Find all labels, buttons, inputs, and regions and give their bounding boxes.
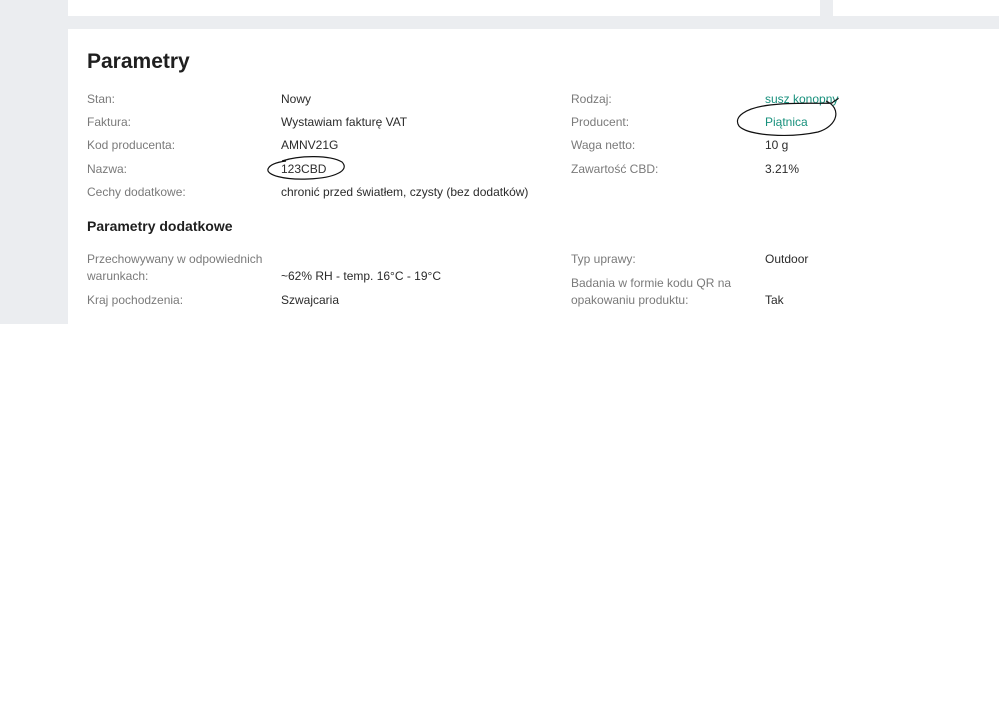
top-card-right: [833, 0, 999, 16]
param-label-kod-producenta: Kod producenta:: [87, 138, 176, 152]
extra-label-przechowywany-line2: warunkach:: [87, 269, 149, 283]
param-label-producent: Producent:: [571, 115, 630, 129]
extra-value-badania: Tak: [765, 293, 784, 307]
extra-value-kraj-pochodzenia: Szwajcaria: [281, 293, 340, 307]
param-label-nazwa: Nazwa:: [87, 162, 128, 176]
param-label-cechy-dodatkowe: Cechy dodatkowe:: [87, 185, 186, 199]
param-label-rodzaj: Rodzaj:: [571, 92, 612, 106]
param-link-rodzaj[interactable]: susz konopny: [765, 91, 838, 108]
param-value-zawartosc-cbd: 3.21%: [765, 162, 800, 176]
param-value-kod-producenta: AMNV21G: [281, 138, 339, 152]
parameters-card: [68, 29, 999, 324]
param-label-waga-netto: Waga netto:: [571, 138, 636, 152]
extra-label-typ-uprawy: Typ uprawy:: [571, 252, 636, 266]
param-value-waga-netto: 10 g: [765, 138, 789, 152]
section-title: Parametry: [87, 50, 190, 73]
extra-label-badania-line2: opakowaniu produktu:: [571, 293, 689, 307]
extra-value-typ-uprawy: Outdoor: [765, 252, 809, 266]
extra-label-przechowywany-line1: Przechowywany w odpowiednich: [87, 252, 263, 266]
param-label-faktura: Faktura:: [87, 115, 132, 129]
param-label-stan: Stan:: [87, 92, 116, 106]
param-link-producent[interactable]: Piątnica: [765, 114, 808, 131]
param-label-zawartosc-cbd: Zawartość CBD:: [571, 162, 659, 176]
additional-params-title: Parametry dodatkowe: [87, 218, 233, 234]
param-value-nazwa: 123CBD: [281, 162, 327, 176]
param-value-stan: Nowy: [281, 92, 312, 106]
top-card-left: [68, 0, 820, 16]
extra-label-badania-line1: Badania w formie kodu QR na: [571, 276, 732, 290]
param-value-cechy-dodatkowe: chronić przed światłem, czysty (bez doda…: [281, 185, 529, 199]
param-value-faktura: Wystawiam fakturę VAT: [281, 115, 408, 129]
extra-label-kraj-pochodzenia: Kraj pochodzenia:: [87, 293, 184, 307]
extra-value-przechowywany: ~62% RH - temp. 16°C - 19°C: [281, 269, 441, 283]
